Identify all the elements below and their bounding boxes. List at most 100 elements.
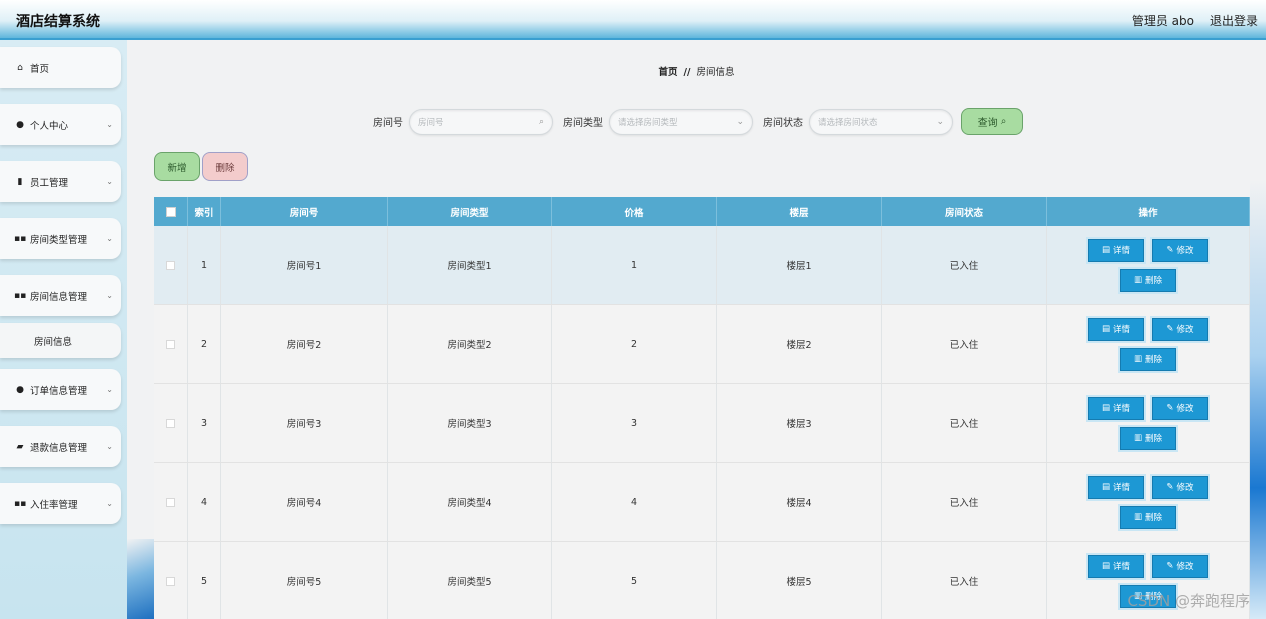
chevron-down-icon: ⌄	[106, 120, 113, 129]
chevron-down-icon: ⌄	[106, 177, 113, 186]
logout-link[interactable]: 退出登录	[1210, 12, 1258, 29]
query-button[interactable]: 查询 ⌕	[961, 108, 1023, 135]
cell-status: 已入住	[882, 542, 1047, 619]
delete-button[interactable]: ▥ 删除	[1120, 426, 1176, 450]
row-checkbox[interactable]	[166, 260, 175, 270]
cell-floor: 楼层2	[717, 305, 882, 383]
select-all-checkbox[interactable]	[165, 206, 176, 217]
edit-button[interactable]: ✎ 修改	[1152, 317, 1208, 341]
sidebar-item-room-type[interactable]: ▪▪ 房间类型管理 ⌄	[0, 218, 121, 259]
cell-status: 已入住	[882, 384, 1047, 462]
sidebar-item-home[interactable]: ⌂ 首页	[0, 47, 121, 88]
room-status-placeholder: 请选择房间状态	[818, 117, 878, 128]
sidebar-subitem-room-info[interactable]: 房间信息	[0, 323, 121, 358]
sidebar-item-staff[interactable]: ▮ 员工管理 ⌄	[0, 161, 121, 202]
table-row[interactable]: 2 房间号2 房间类型2 2 楼层2 已入住 ▤ 详情 ✎ 修改 ▥ 删除	[154, 305, 1250, 384]
row-checkbox[interactable]	[166, 576, 175, 586]
cell-actions: ▤ 详情 ✎ 修改 ▥ 删除	[1047, 463, 1250, 541]
cell-index: 1	[188, 226, 221, 304]
edit-button-label: 修改	[1176, 483, 1194, 493]
document-icon: ▤	[1101, 403, 1110, 413]
pencil-icon: ✎	[1166, 403, 1174, 413]
delete-button[interactable]: ▥ 删除	[1120, 505, 1176, 529]
trash-icon: ▥	[1133, 275, 1142, 285]
table-row[interactable]: 3 房间号3 房间类型3 3 楼层3 已入住 ▤ 详情 ✎ 修改 ▥ 删除	[154, 384, 1250, 463]
sidebar-item-label: 房间信息管理	[30, 291, 88, 303]
sidebar-item-label: 房间信息	[34, 336, 73, 348]
row-checkbox[interactable]	[166, 497, 175, 507]
detail-button-label: 详情	[1113, 562, 1131, 572]
cell-room-no: 房间号5	[221, 542, 388, 619]
table-row[interactable]: 5 房间号5 房间类型5 5 楼层5 已入住 ▤ 详情 ✎ 修改 ▥ 删除	[154, 542, 1250, 619]
edit-button[interactable]: ✎ 修改	[1152, 238, 1208, 262]
trash-icon: ▥	[1133, 354, 1142, 364]
cell-status: 已入住	[882, 305, 1047, 383]
breadcrumb-separator: //	[683, 67, 691, 78]
row-select-cell	[154, 226, 188, 304]
query-button-label: 查询	[977, 118, 998, 129]
row-checkbox[interactable]	[166, 418, 175, 428]
room-status-label: 房间状态	[763, 118, 803, 129]
detail-button-label: 详情	[1113, 404, 1131, 414]
row-checkbox[interactable]	[166, 339, 175, 349]
breadcrumb-current: 房间信息	[696, 67, 735, 78]
room-type-select[interactable]: 请选择房间类型 ⌄	[609, 108, 753, 135]
trash-icon: ▥	[1133, 433, 1142, 443]
batch-delete-button[interactable]: 删除	[202, 152, 248, 181]
cell-price: 3	[552, 384, 717, 462]
sidebar-item-label: 员工管理	[30, 177, 69, 189]
decorative-wave-right	[1250, 180, 1266, 619]
admin-user-label[interactable]: 管理员 abo	[1132, 12, 1194, 29]
cell-price: 5	[552, 542, 717, 619]
column-header-room-type: 房间类型	[388, 197, 552, 226]
grid-icon: ▪▪	[14, 290, 27, 301]
detail-button[interactable]: ▤ 详情	[1088, 317, 1144, 341]
detail-button[interactable]: ▤ 详情	[1088, 238, 1144, 262]
sidebar-item-personal-center[interactable]: ● 个人中心 ⌄	[0, 104, 121, 145]
table-row[interactable]: 4 房间号4 房间类型4 4 楼层4 已入住 ▤ 详情 ✎ 修改 ▥ 删除	[154, 463, 1250, 542]
table-row[interactable]: 1 房间号1 房间类型1 1 楼层1 已入住 ▤ 详情 ✎ 修改 ▥ 删除	[154, 226, 1250, 305]
edit-button-label: 修改	[1176, 562, 1194, 572]
edit-button[interactable]: ✎ 修改	[1152, 475, 1208, 499]
breadcrumb: 首页 // 房间信息	[127, 64, 1266, 78]
room-table: 索引 房间号 房间类型 价格 楼层 房间状态 操作 1 房间号1 房间类型1 1…	[154, 197, 1250, 619]
chevron-down-icon: ⌄	[736, 116, 744, 127]
document-icon: ▤	[1101, 561, 1110, 571]
badge-icon: ▮	[17, 176, 23, 187]
detail-button[interactable]: ▤ 详情	[1088, 396, 1144, 420]
add-button[interactable]: 新增	[154, 152, 200, 181]
search-icon: ⌕	[538, 116, 544, 127]
cell-actions: ▤ 详情 ✎ 修改 ▥ 删除	[1047, 384, 1250, 462]
cell-actions: ▤ 详情 ✎ 修改 ▥ 删除	[1047, 305, 1250, 383]
edit-button[interactable]: ✎ 修改	[1152, 554, 1208, 578]
search-icon: ⌕	[997, 116, 1007, 127]
chevron-down-icon: ⌄	[106, 499, 113, 508]
cell-price: 4	[552, 463, 717, 541]
sidebar-item-refunds[interactable]: ▰ 退款信息管理 ⌄	[0, 426, 121, 467]
cell-room-no: 房间号1	[221, 226, 388, 304]
cell-room-no: 房间号3	[221, 384, 388, 462]
cell-status: 已入住	[882, 463, 1047, 541]
sidebar-item-room-info-mgmt[interactable]: ▪▪ 房间信息管理 ⌄	[0, 275, 121, 316]
room-no-placeholder: 房间号	[418, 117, 444, 128]
grid-icon: ▪▪	[14, 498, 27, 509]
edit-button-label: 修改	[1176, 404, 1194, 414]
sidebar-item-orders[interactable]: ● 订单信息管理 ⌄	[0, 369, 121, 410]
chevron-down-icon: ⌄	[106, 385, 113, 394]
delete-button[interactable]: ▥ 删除	[1120, 347, 1176, 371]
detail-button[interactable]: ▤ 详情	[1088, 554, 1144, 578]
breadcrumb-home[interactable]: 首页	[659, 67, 678, 78]
detail-button-label: 详情	[1113, 325, 1131, 335]
room-no-input[interactable]: 房间号 ⌕	[409, 108, 553, 135]
detail-button[interactable]: ▤ 详情	[1088, 475, 1144, 499]
row-select-cell	[154, 542, 188, 619]
room-status-select[interactable]: 请选择房间状态 ⌄	[809, 108, 953, 135]
sidebar-item-occupancy[interactable]: ▪▪ 入住率管理 ⌄	[0, 483, 121, 524]
cell-floor: 楼层1	[717, 226, 882, 304]
delete-button-label: 删除	[1145, 276, 1163, 286]
delete-button[interactable]: ▥ 删除	[1120, 268, 1176, 292]
cell-floor: 楼层3	[717, 384, 882, 462]
select-all-cell	[154, 197, 188, 226]
cell-price: 1	[552, 226, 717, 304]
edit-button[interactable]: ✎ 修改	[1152, 396, 1208, 420]
